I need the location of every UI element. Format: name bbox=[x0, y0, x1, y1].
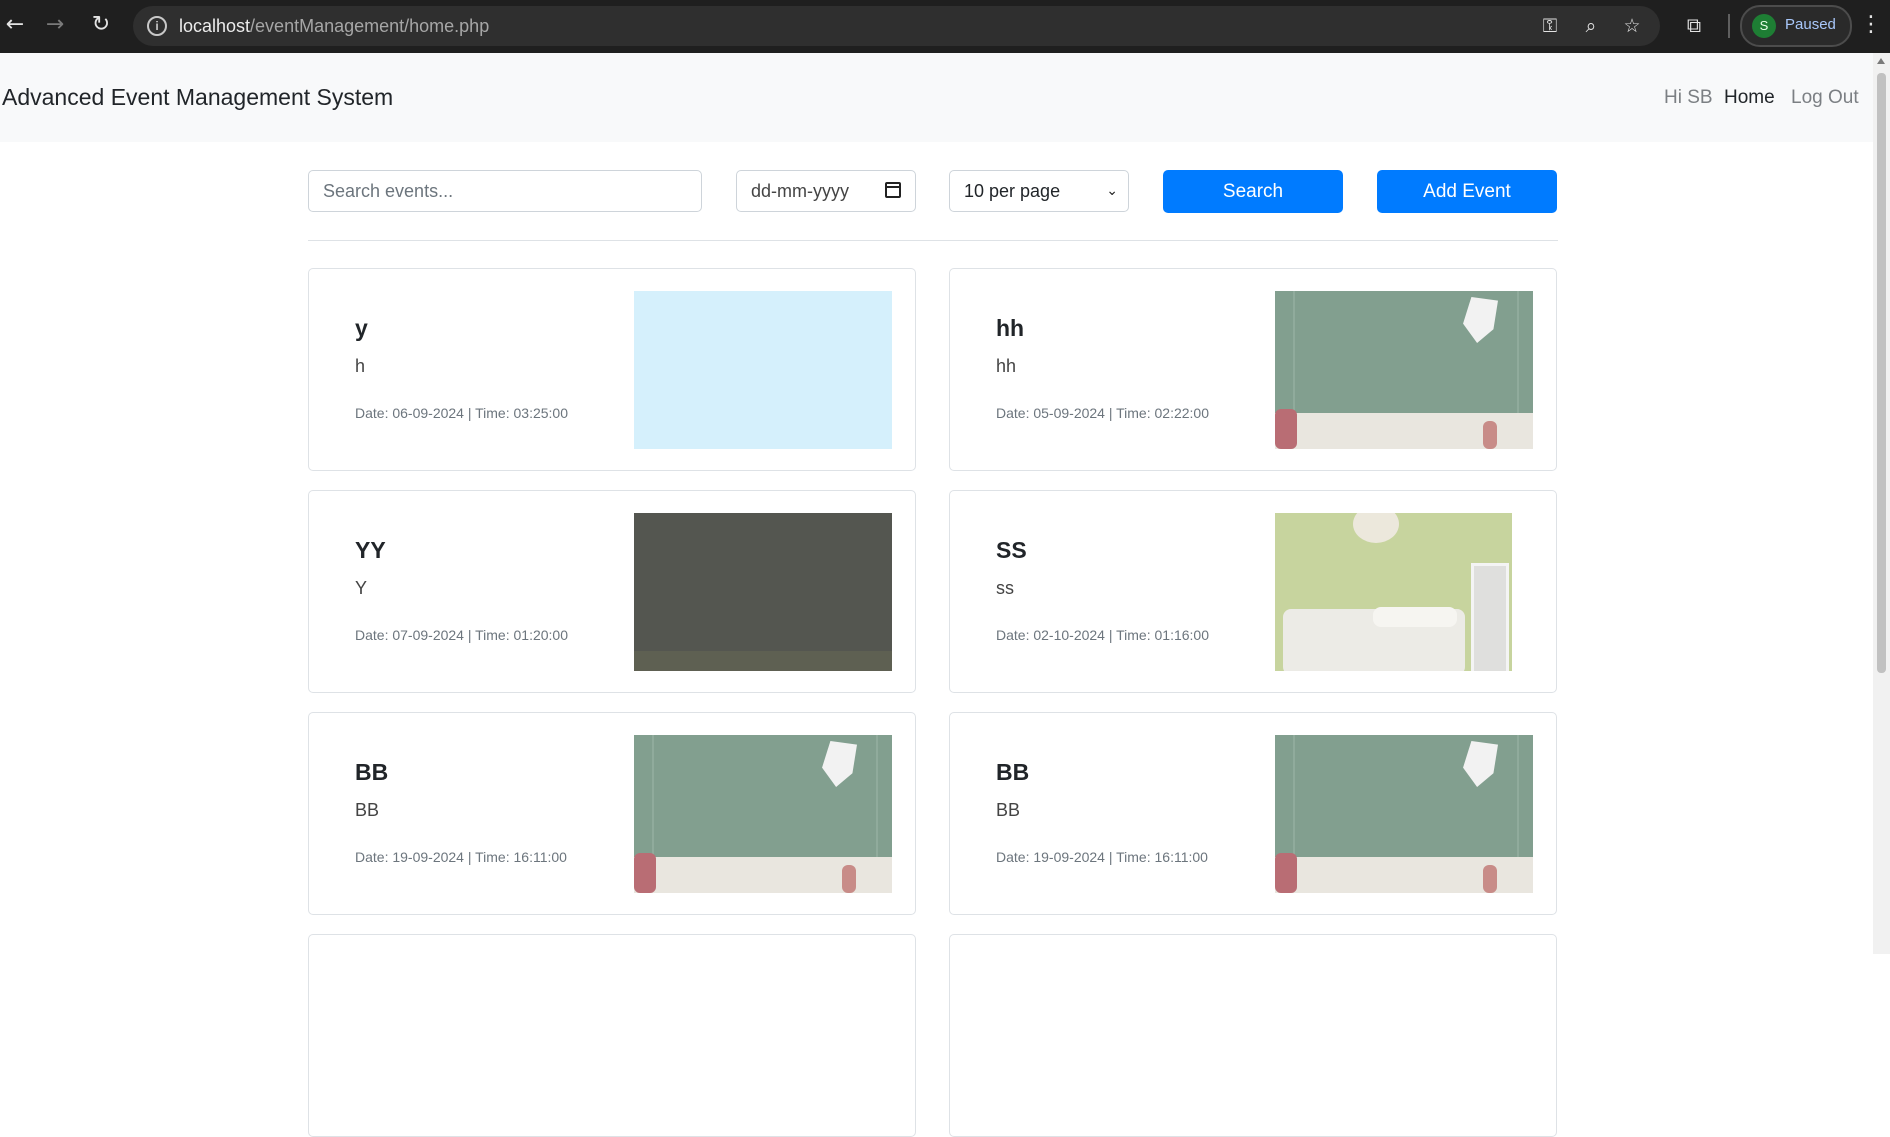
event-description: h bbox=[355, 356, 366, 376]
scroll-thumb[interactable] bbox=[1877, 73, 1886, 673]
event-description: BB bbox=[996, 800, 1021, 820]
search-placeholder: Search events... bbox=[323, 181, 454, 201]
event-image bbox=[634, 513, 892, 671]
scroll-up-arrow-icon[interactable] bbox=[1877, 58, 1885, 64]
per-page-value: 10 per page bbox=[964, 181, 1061, 201]
chevron-down-icon: ⌄ bbox=[1106, 183, 1118, 199]
event-datetime: Date: 07-09-2024 | Time: 01:20:00 bbox=[355, 627, 568, 643]
event-card[interactable] bbox=[308, 934, 916, 1137]
add-event-button[interactable]: Add Event bbox=[1377, 170, 1557, 213]
event-title: BB bbox=[355, 759, 389, 785]
zoom-icon[interactable]: ⌕ bbox=[1578, 14, 1604, 38]
event-image bbox=[634, 735, 892, 893]
event-datetime: Date: 05-09-2024 | Time: 02:22:00 bbox=[996, 405, 1209, 421]
event-datetime: Date: 06-09-2024 | Time: 03:25:00 bbox=[355, 405, 568, 421]
event-description: ss bbox=[996, 578, 1014, 598]
event-description: BB bbox=[355, 800, 380, 820]
event-title: SS bbox=[996, 537, 1027, 563]
event-datetime: Date: 19-09-2024 | Time: 16:11:00 bbox=[355, 849, 567, 865]
event-image bbox=[1275, 513, 1512, 671]
page-scrollbar[interactable] bbox=[1873, 53, 1890, 954]
search-input[interactable]: Search events... bbox=[308, 170, 702, 212]
site-navbar: Advanced Event Management System Hi SB H… bbox=[0, 53, 1873, 142]
forward-icon[interactable]: → bbox=[40, 10, 70, 40]
toolbar-divider bbox=[1728, 14, 1730, 38]
event-title: YY bbox=[355, 537, 386, 563]
site-info-icon[interactable]: i bbox=[147, 16, 167, 36]
avatar: S bbox=[1752, 14, 1776, 38]
password-key-icon[interactable]: ⚿ bbox=[1537, 14, 1563, 38]
nav-logout[interactable]: Log Out bbox=[1791, 87, 1859, 109]
event-description: Y bbox=[355, 578, 368, 598]
event-title: y bbox=[355, 315, 368, 341]
event-card[interactable]: BB BB Date: 19-09-2024 | Time: 16:11:00 bbox=[308, 712, 916, 915]
bookmark-star-icon[interactable]: ☆ bbox=[1619, 14, 1645, 38]
event-datetime: Date: 02-10-2024 | Time: 01:16:00 bbox=[996, 627, 1209, 643]
search-button[interactable]: Search bbox=[1163, 170, 1343, 213]
date-placeholder: dd-mm-yyyy bbox=[751, 181, 849, 201]
event-card[interactable]: SS ss Date: 02-10-2024 | Time: 01:16:00 bbox=[949, 490, 1557, 693]
reload-icon[interactable]: ↻ bbox=[86, 10, 116, 40]
event-description: hh bbox=[996, 356, 1017, 376]
event-card[interactable]: YY Y Date: 07-09-2024 | Time: 01:20:00 bbox=[308, 490, 916, 693]
profile-button[interactable]: S Paused bbox=[1740, 5, 1852, 47]
event-datetime: Date: 19-09-2024 | Time: 16:11:00 bbox=[996, 849, 1208, 865]
divider bbox=[308, 240, 1558, 241]
profile-status: Paused bbox=[1785, 16, 1836, 33]
extensions-icon[interactable]: ⧉ bbox=[1681, 12, 1707, 38]
more-menu-icon[interactable]: ⋮ bbox=[1860, 10, 1882, 40]
browser-toolbar: ← → ↻ i localhost/eventManagement/home.p… bbox=[0, 0, 1890, 53]
event-image bbox=[1275, 291, 1533, 449]
nav-home[interactable]: Home bbox=[1724, 87, 1775, 109]
address-bar[interactable]: i localhost/eventManagement/home.php ⚿ ⌕… bbox=[133, 6, 1660, 46]
url-text[interactable]: localhost/eventManagement/home.php bbox=[179, 16, 489, 37]
event-card[interactable] bbox=[949, 934, 1557, 1137]
greeting-link[interactable]: Hi SB bbox=[1664, 87, 1713, 109]
event-card[interactable]: hh hh Date: 05-09-2024 | Time: 02:22:00 bbox=[949, 268, 1557, 471]
event-image bbox=[634, 291, 892, 449]
event-title: hh bbox=[996, 315, 1025, 341]
event-card[interactable]: y h Date: 06-09-2024 | Time: 03:25:00 bbox=[308, 268, 916, 471]
brand-title[interactable]: Advanced Event Management System bbox=[2, 84, 393, 111]
event-image bbox=[1275, 735, 1533, 893]
back-icon[interactable]: ← bbox=[0, 10, 30, 40]
event-card[interactable]: BB BB Date: 19-09-2024 | Time: 16:11:00 bbox=[949, 712, 1557, 915]
date-input[interactable]: dd-mm-yyyy bbox=[736, 170, 916, 212]
per-page-select[interactable]: 10 per page ⌄ bbox=[949, 170, 1129, 212]
event-title: BB bbox=[996, 759, 1030, 785]
calendar-icon[interactable] bbox=[885, 182, 901, 198]
